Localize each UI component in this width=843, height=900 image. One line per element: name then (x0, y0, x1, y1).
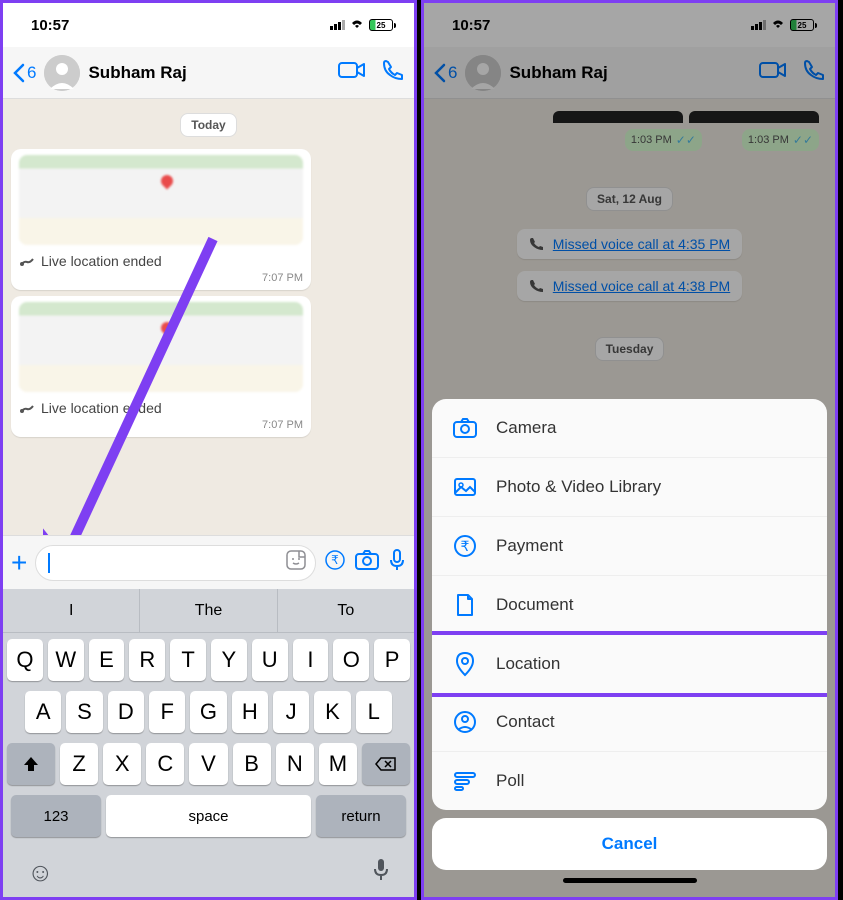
video-call-button[interactable] (338, 60, 366, 85)
sheet-label: Camera (496, 418, 556, 438)
key-d[interactable]: D (108, 691, 144, 733)
key-g[interactable]: G (190, 691, 226, 733)
svg-text:₹: ₹ (331, 553, 339, 567)
contact-name[interactable]: Subham Raj (88, 63, 322, 83)
key-o[interactable]: O (333, 639, 369, 681)
location-text: Live location ended (41, 400, 162, 416)
backspace-key[interactable] (362, 743, 410, 785)
key-t[interactable]: T (170, 639, 206, 681)
key-h[interactable]: H (232, 691, 268, 733)
camera-icon (452, 415, 478, 441)
chat-header: 6 Subham Raj (3, 47, 414, 99)
sheet-poll[interactable]: Poll (432, 752, 827, 810)
suggestion-bar: I The To (3, 589, 414, 633)
poll-icon (452, 768, 478, 794)
location-pin-icon (452, 651, 478, 677)
voice-call-button[interactable] (382, 59, 404, 86)
avatar[interactable] (44, 55, 80, 91)
svg-text:₹: ₹ (461, 538, 470, 554)
keyboard: I The To QWERTYUIOP ASDFGHJKL ZXCVBNM 12… (3, 589, 414, 897)
photo-icon (452, 474, 478, 500)
timestamp: 7:07 PM (19, 272, 303, 284)
back-count: 6 (27, 63, 36, 83)
key-w[interactable]: W (48, 639, 84, 681)
space-key[interactable]: space (106, 795, 311, 837)
input-bar: + ₹ (3, 535, 414, 589)
timestamp: 7:07 PM (19, 419, 303, 431)
key-m[interactable]: M (319, 743, 357, 785)
date-pill: Today (180, 113, 236, 137)
battery-icon: 25 (369, 19, 396, 31)
camera-icon[interactable] (354, 549, 380, 576)
status-time: 10:57 (31, 17, 69, 34)
chat-body[interactable]: Today Live location ended 7:07 PM Live l… (3, 99, 414, 535)
sheet-photo-library[interactable]: Photo & Video Library (432, 458, 827, 517)
key-v[interactable]: V (189, 743, 227, 785)
action-sheet: Camera Photo & Video Library ₹ Payment D… (424, 391, 835, 897)
attach-button[interactable]: + (11, 547, 27, 579)
suggestion[interactable]: I (3, 589, 140, 632)
sticker-icon[interactable] (285, 549, 307, 576)
key-b[interactable]: B (233, 743, 271, 785)
rupee-icon[interactable]: ₹ (324, 549, 346, 576)
key-x[interactable]: X (103, 743, 141, 785)
wifi-icon (349, 17, 365, 33)
suggestion[interactable]: To (278, 589, 414, 632)
key-r[interactable]: R (129, 639, 165, 681)
location-icon (19, 398, 35, 417)
message-bubble[interactable]: Live location ended 7:07 PM (11, 149, 311, 290)
mic-icon[interactable] (388, 548, 406, 577)
key-s[interactable]: S (66, 691, 102, 733)
sheet-location[interactable]: Location (432, 631, 827, 697)
cancel-button[interactable]: Cancel (432, 818, 827, 870)
key-n[interactable]: N (276, 743, 314, 785)
message-input[interactable] (35, 545, 316, 581)
key-a[interactable]: A (25, 691, 61, 733)
key-k[interactable]: K (314, 691, 350, 733)
key-c[interactable]: C (146, 743, 184, 785)
status-indicators: 25 (330, 17, 396, 33)
emoji-key[interactable]: ☺ (27, 857, 54, 890)
contact-icon (452, 709, 478, 735)
location-text: Live location ended (41, 253, 162, 269)
key-f[interactable]: F (149, 691, 185, 733)
sheet-label: Document (496, 595, 573, 615)
key-y[interactable]: Y (211, 639, 247, 681)
sheet-payment[interactable]: ₹ Payment (432, 517, 827, 576)
key-z[interactable]: Z (60, 743, 98, 785)
rupee-icon: ₹ (452, 533, 478, 559)
shift-key[interactable] (7, 743, 55, 785)
sheet-label: Photo & Video Library (496, 477, 661, 497)
suggestion[interactable]: The (140, 589, 277, 632)
map-thumbnail (19, 155, 303, 245)
dictation-key[interactable] (372, 857, 390, 890)
key-i[interactable]: I (293, 639, 329, 681)
location-icon (19, 251, 35, 270)
home-indicator[interactable] (563, 878, 697, 883)
numbers-key[interactable]: 123 (11, 795, 101, 837)
map-thumbnail (19, 302, 303, 392)
sheet-label: Poll (496, 771, 524, 791)
key-e[interactable]: E (89, 639, 125, 681)
key-u[interactable]: U (252, 639, 288, 681)
sheet-camera[interactable]: Camera (432, 399, 827, 458)
key-l[interactable]: L (356, 691, 392, 733)
sheet-contact[interactable]: Contact (432, 693, 827, 752)
return-key[interactable]: return (316, 795, 406, 837)
sheet-label: Location (496, 654, 560, 674)
cellular-icon (330, 20, 345, 30)
status-bar: 10:57 25 (3, 3, 414, 47)
sheet-label: Payment (496, 536, 563, 556)
sheet-document[interactable]: Document (432, 576, 827, 635)
sheet-label: Contact (496, 712, 555, 732)
key-q[interactable]: Q (7, 639, 43, 681)
back-button[interactable]: 6 (13, 63, 36, 83)
document-icon (452, 592, 478, 618)
key-p[interactable]: P (374, 639, 410, 681)
message-bubble[interactable]: Live location ended 7:07 PM (11, 296, 311, 437)
key-j[interactable]: J (273, 691, 309, 733)
